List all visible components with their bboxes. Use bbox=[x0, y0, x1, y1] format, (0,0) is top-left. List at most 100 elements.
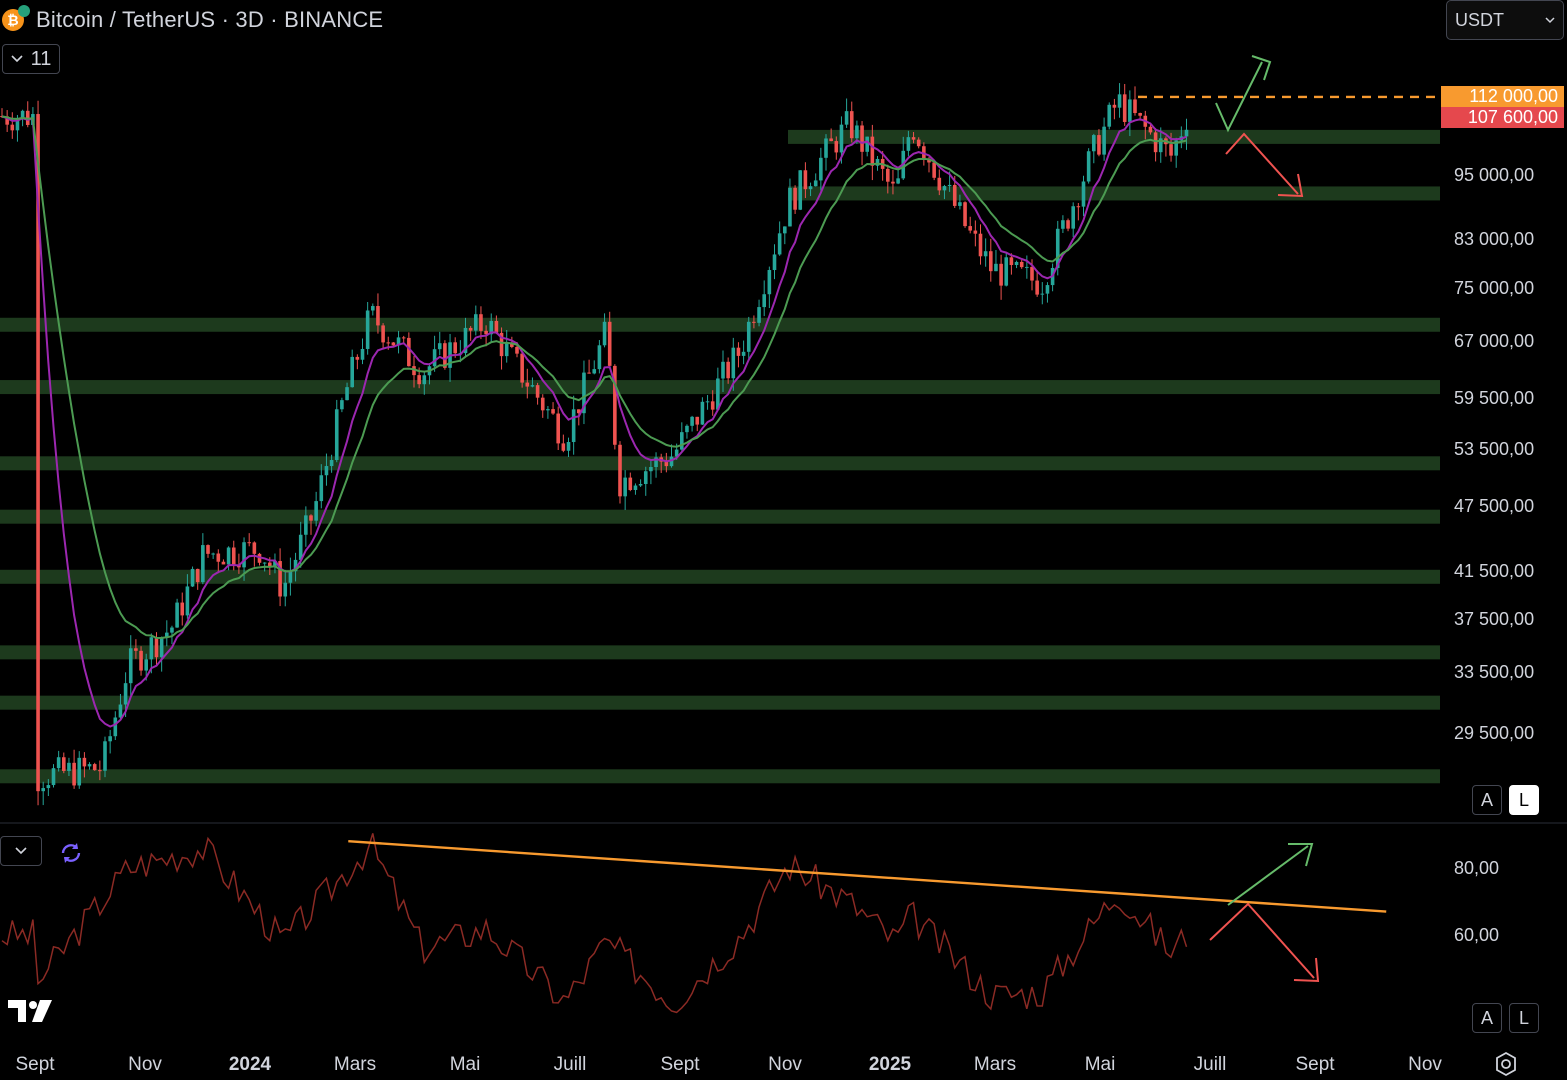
candle-body bbox=[1009, 257, 1014, 266]
candle-body bbox=[643, 471, 648, 485]
candle-body bbox=[154, 637, 159, 658]
candle-body bbox=[144, 659, 148, 671]
price-axis-label: 41 500,00 bbox=[1454, 561, 1535, 581]
rsi-axis-label: 60,00 bbox=[1454, 925, 1500, 945]
candle-body bbox=[170, 627, 174, 633]
candle-body bbox=[1184, 129, 1189, 137]
candle-body bbox=[407, 337, 411, 367]
candle-body bbox=[1066, 220, 1070, 229]
collapse-indicators-button[interactable]: 11 bbox=[2, 44, 60, 74]
candle-body bbox=[190, 568, 195, 587]
candle-body bbox=[849, 111, 854, 139]
candle-body bbox=[1076, 206, 1081, 208]
candle-body bbox=[314, 501, 318, 521]
rsi-log-scale-button[interactable]: L bbox=[1509, 1003, 1539, 1033]
time-axis-label: Mai bbox=[1084, 1054, 1116, 1075]
candle-body bbox=[788, 187, 792, 227]
candle-body bbox=[87, 764, 92, 767]
candle-body bbox=[813, 180, 818, 187]
candle-body bbox=[999, 263, 1003, 286]
candle-body bbox=[834, 141, 839, 153]
candle-body bbox=[1148, 126, 1153, 133]
auto-scale-button[interactable]: A bbox=[1472, 785, 1502, 815]
candle-body bbox=[304, 515, 308, 535]
candle-body bbox=[324, 466, 329, 476]
candle-body bbox=[705, 401, 710, 403]
time-axis-label: 2025 bbox=[868, 1054, 912, 1075]
candle-body bbox=[139, 650, 143, 671]
candle-body bbox=[618, 444, 622, 497]
candle-body bbox=[175, 602, 179, 628]
currency-value: USDT bbox=[1455, 9, 1504, 30]
candle-body bbox=[72, 762, 76, 786]
candle-body bbox=[607, 321, 612, 366]
candle-body bbox=[283, 582, 288, 597]
candle-body bbox=[226, 547, 231, 565]
candle-body bbox=[1112, 104, 1117, 108]
candle-body bbox=[947, 184, 952, 187]
rsi-auto-scale-button[interactable]: A bbox=[1472, 1003, 1502, 1033]
zone-band bbox=[0, 695, 1440, 710]
refresh-icon[interactable] bbox=[58, 840, 84, 866]
candle-body bbox=[242, 542, 246, 568]
candle-body bbox=[41, 788, 45, 792]
log-scale-button[interactable]: L bbox=[1509, 785, 1539, 815]
price-axis-label: 75 000,00 bbox=[1454, 278, 1535, 298]
price-chart[interactable] bbox=[0, 0, 1567, 1080]
candle-body bbox=[252, 542, 257, 554]
indicator-count: 11 bbox=[30, 47, 52, 70]
candle-body bbox=[216, 553, 221, 562]
candle-body bbox=[98, 770, 102, 772]
candle-body bbox=[633, 485, 638, 491]
price-axis-label: 59 500,00 bbox=[1454, 388, 1535, 408]
candle-body bbox=[942, 186, 947, 191]
symbol-title[interactable]: Bitcoin / TetherUS · 3D · BINANCE bbox=[36, 7, 383, 33]
candle-body bbox=[1030, 266, 1034, 281]
candle-body bbox=[886, 168, 890, 182]
candle-body bbox=[350, 356, 354, 388]
candle-body bbox=[664, 461, 669, 467]
tether-icon bbox=[18, 5, 30, 17]
candle-body bbox=[262, 562, 267, 564]
candle-body bbox=[602, 321, 607, 346]
price-axis-label: 47 500,00 bbox=[1454, 496, 1535, 516]
candle-body bbox=[1071, 206, 1075, 229]
candle-body bbox=[355, 356, 360, 360]
zone-band bbox=[0, 645, 1440, 660]
candle-body bbox=[1081, 181, 1086, 207]
zone-band bbox=[788, 186, 1440, 201]
candle-body bbox=[453, 342, 457, 354]
zone-band bbox=[0, 380, 1440, 395]
candle-body bbox=[968, 226, 972, 231]
candle-body bbox=[345, 387, 349, 401]
candle-body bbox=[417, 375, 421, 385]
candle-body bbox=[288, 571, 293, 583]
candle-body bbox=[561, 443, 566, 451]
candle-body bbox=[746, 321, 751, 352]
candle-body bbox=[1169, 144, 1173, 156]
zone-band bbox=[0, 569, 1440, 584]
tradingview-logo[interactable] bbox=[6, 996, 56, 1026]
candle-body bbox=[1117, 94, 1122, 108]
candle-body bbox=[134, 648, 138, 651]
price-axis-label: 95 000,00 bbox=[1454, 165, 1535, 185]
rsi-collapse-button[interactable] bbox=[0, 836, 42, 866]
gear-icon[interactable] bbox=[1492, 1050, 1520, 1078]
candle-body bbox=[10, 124, 15, 131]
time-axis-label: Mai bbox=[449, 1054, 481, 1075]
candle-body bbox=[386, 342, 391, 344]
candle-body bbox=[1061, 220, 1065, 229]
candle-body bbox=[860, 125, 864, 152]
currency-select[interactable]: USDT bbox=[1446, 0, 1564, 40]
candle-body bbox=[783, 226, 787, 234]
candle-body bbox=[422, 375, 427, 385]
candle-body bbox=[916, 139, 921, 147]
rsi-axis-label: 80,00 bbox=[1454, 858, 1500, 878]
chevron-down-icon bbox=[15, 847, 27, 855]
time-axis-label: Nov bbox=[128, 1054, 162, 1075]
candle-body bbox=[1086, 151, 1091, 182]
candle-body bbox=[185, 586, 190, 616]
zone-band bbox=[0, 509, 1440, 524]
candle-body bbox=[159, 637, 164, 658]
candle-body bbox=[685, 425, 689, 433]
